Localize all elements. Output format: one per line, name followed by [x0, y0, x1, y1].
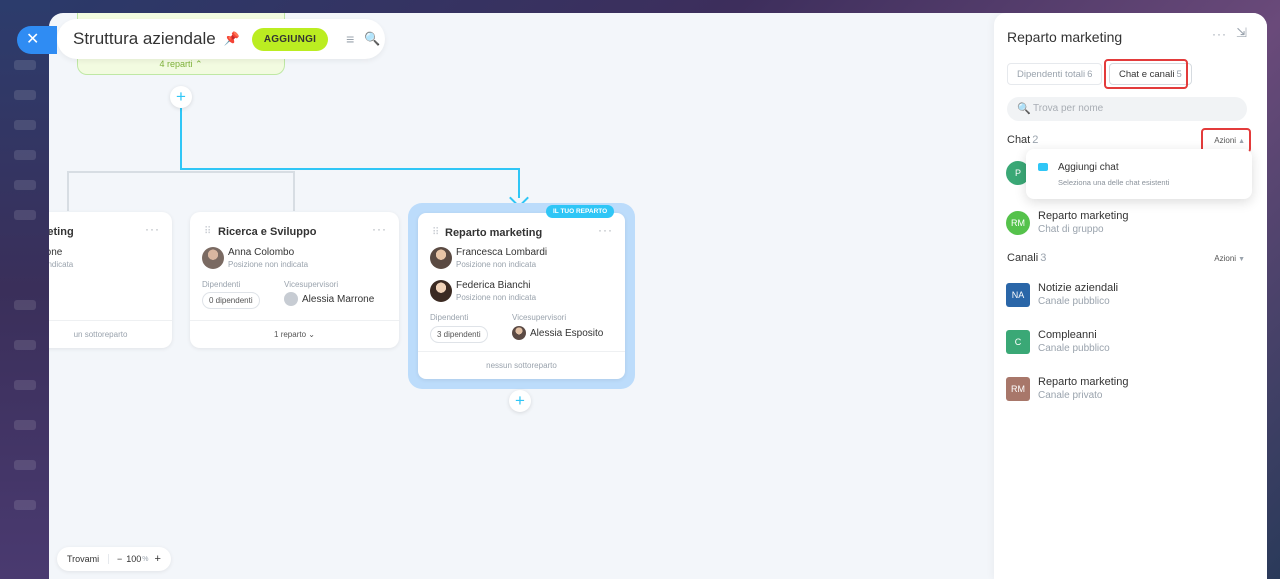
- supervisor[interactable]: rrone n indicata: [49, 247, 73, 271]
- connector-line: [67, 171, 69, 211]
- zoom-value: 100: [126, 554, 142, 564]
- supervisor[interactable]: Federica Bianchi Posizione non indicata: [430, 280, 536, 304]
- structure-slider: 4 reparti ⌃ Struttura aziendale 📌 AGGIUN…: [49, 13, 1267, 579]
- page-title: Struttura aziendale: [73, 29, 216, 48]
- toolbar: Struttura aziendale 📌 AGGIUNGI ≡ 🔍: [57, 19, 385, 59]
- actions-dropdown: Aggiungi chat Seleziona una delle chat e…: [1026, 149, 1252, 199]
- supervisor[interactable]: Francesca Lombardi Posizione non indicat…: [430, 247, 547, 271]
- add-chat-item[interactable]: Aggiungi chat: [1058, 162, 1119, 173]
- tab-total-employees[interactable]: Dipendenti totali 6: [1007, 63, 1103, 85]
- chevron-up-icon: ⌃: [195, 59, 203, 69]
- deputy[interactable]: Alessia Marrone: [284, 292, 374, 306]
- zoom-in-button[interactable]: +: [155, 553, 161, 565]
- channel-avatar: RM: [1006, 377, 1030, 401]
- ghost-item: [14, 150, 36, 160]
- subdepartments-toggle[interactable]: 1 reparto ⌄: [190, 320, 399, 348]
- connector-line: [180, 168, 520, 170]
- department-detail-panel: Reparto marketing ··· ⇲ Dipendenti total…: [994, 13, 1267, 579]
- caret-down-icon: ▼: [1238, 256, 1245, 263]
- chat-avatar: RM: [1006, 211, 1030, 235]
- add-department-button[interactable]: +: [170, 86, 192, 108]
- more-icon[interactable]: ···: [372, 222, 387, 236]
- ghost-item: [14, 300, 36, 310]
- card-footer: un sottoreparto: [49, 320, 172, 348]
- avatar: [202, 247, 224, 269]
- org-canvas[interactable]: 4 reparti ⌃ Struttura aziendale 📌 AGGIUN…: [49, 13, 989, 579]
- department-name: Reparto marketing: [445, 227, 543, 239]
- employees-count-button[interactable]: 3 dipendenti: [430, 326, 488, 343]
- search-icon[interactable]: 🔍: [364, 31, 380, 47]
- avatar: [430, 247, 452, 269]
- ghost-item: [14, 460, 36, 470]
- close-icon: ✕: [26, 31, 40, 48]
- avatar: [284, 292, 298, 306]
- ghost-item: [14, 60, 36, 70]
- chevron-down-icon: ⌄: [308, 330, 315, 339]
- menu-icon[interactable]: ≡: [346, 31, 354, 47]
- drag-handle-icon[interactable]: ⠿: [432, 227, 439, 238]
- connector-line: [180, 108, 182, 170]
- add-department-button[interactable]: +: [509, 390, 531, 412]
- your-department-badge: IL TUO REPARTO: [546, 205, 615, 218]
- ghost-item: [14, 500, 36, 510]
- ghost-item: [14, 420, 36, 430]
- background-sidebar: [0, 0, 50, 579]
- channel-section-title: Canali 3: [1007, 252, 1047, 264]
- close-button[interactable]: ✕: [17, 26, 57, 54]
- search-icon: 🔍: [1017, 103, 1031, 115]
- channel-item[interactable]: C Compleanni Canale pubblico: [1006, 328, 1110, 356]
- department-name: rketing: [49, 226, 74, 238]
- connector-line: [293, 171, 295, 211]
- department-card-ricerca-sviluppo[interactable]: ⠿ Ricerca e Sviluppo ··· Anna Colombo Po…: [190, 212, 399, 348]
- ghost-item: [14, 120, 36, 130]
- channel-item[interactable]: NA Notizie aziendali Canale pubblico: [1006, 281, 1118, 309]
- card-footer: nessun sottoreparto: [418, 351, 625, 379]
- more-icon[interactable]: ···: [145, 222, 160, 236]
- zoom-bar: Trovami − 100 % +: [57, 547, 171, 571]
- search-input[interactable]: Trova per nome: [1007, 97, 1247, 121]
- pin-icon[interactable]: 📌: [224, 31, 240, 47]
- chat-section-title: Chat 2: [1007, 134, 1039, 146]
- channel-avatar: C: [1006, 330, 1030, 354]
- drag-handle-icon[interactable]: ⠿: [204, 226, 211, 237]
- root-subdepartments-toggle[interactable]: 4 reparti ⌃: [78, 59, 284, 70]
- more-icon[interactable]: ···: [598, 223, 613, 237]
- ghost-item: [14, 180, 36, 190]
- chat-bubble-icon: [1038, 163, 1048, 171]
- panel-title: Reparto marketing: [1007, 29, 1123, 45]
- avatar: [430, 280, 452, 302]
- ghost-item: [14, 90, 36, 100]
- more-icon[interactable]: ···: [1212, 27, 1227, 41]
- channel-item[interactable]: RM Reparto marketing Canale privato: [1006, 375, 1129, 403]
- ghost-item: [14, 340, 36, 350]
- supervisor[interactable]: Anna Colombo Posizione non indicata: [202, 247, 308, 271]
- department-card-marketing-partial[interactable]: rketing ··· rrone n indicata un sottorep…: [49, 212, 172, 348]
- channel-avatar: NA: [1006, 283, 1030, 307]
- deputy[interactable]: Alessia Esposito: [512, 326, 603, 340]
- avatar: [512, 326, 526, 340]
- zoom-out-button[interactable]: −: [117, 554, 122, 564]
- employees-count-button[interactable]: 0 dipendenti: [202, 292, 260, 309]
- department-name: Ricerca e Sviluppo: [218, 226, 317, 238]
- highlight-box: [1104, 59, 1188, 89]
- ghost-item: [14, 210, 36, 220]
- find-me-button[interactable]: Trovami: [57, 554, 109, 564]
- add-button[interactable]: AGGIUNGI: [251, 27, 329, 51]
- ghost-item: [14, 380, 36, 390]
- channel-actions-button[interactable]: Azioni ▼: [1214, 254, 1245, 263]
- collapse-icon[interactable]: ⇲: [1236, 25, 1247, 41]
- department-card-reparto-marketing[interactable]: ⠿ Reparto marketing ··· Francesca Lombar…: [418, 213, 625, 379]
- chat-item[interactable]: RM Reparto marketing Chat di gruppo: [1006, 209, 1129, 237]
- connector-line: [67, 171, 295, 173]
